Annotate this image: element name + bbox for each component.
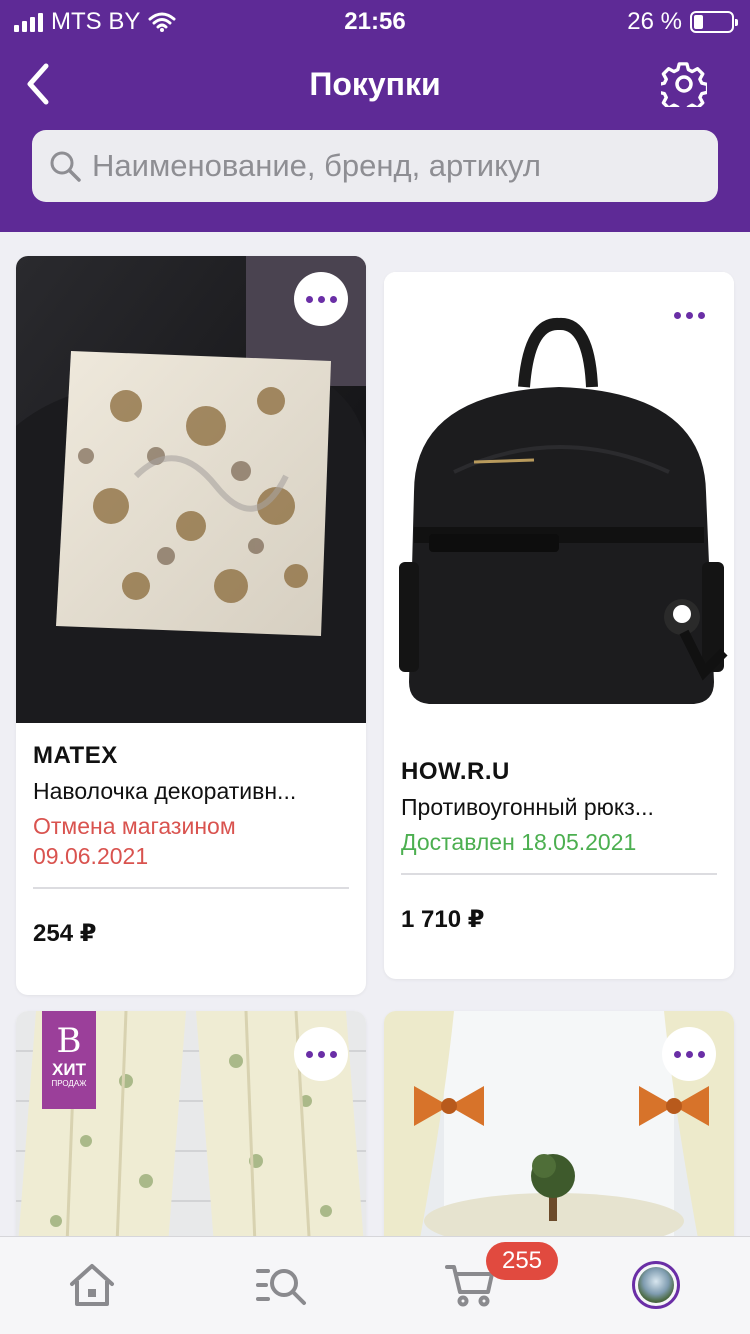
brand-label: HOW.R.U	[401, 758, 510, 785]
dot-icon	[329, 1050, 337, 1058]
dot-icon	[697, 311, 705, 319]
settings-button[interactable]	[660, 60, 708, 108]
promo-badge-bottom: ПРОДАЖ	[51, 1079, 87, 1088]
price-label: 1 710 ₽	[401, 906, 485, 933]
more-options-button[interactable]	[662, 288, 716, 342]
tab-profile[interactable]	[626, 1255, 686, 1315]
order-card[interactable]	[384, 1011, 734, 1271]
cart-count-badge: 255	[486, 1242, 558, 1280]
product-image	[384, 272, 734, 737]
dot-icon	[685, 311, 693, 319]
price-label: 254 ₽	[33, 920, 97, 947]
header: MTS BY 21:56 26 % Покупки	[0, 0, 750, 232]
order-status: Доставлен 18.05.2021	[401, 829, 637, 855]
brand-label: MATEX	[33, 742, 118, 769]
dot-icon	[329, 295, 337, 303]
home-icon	[70, 1264, 114, 1306]
battery-percent: 26 %	[627, 8, 682, 35]
dot-icon	[673, 311, 681, 319]
tab-catalog-search[interactable]	[252, 1255, 312, 1315]
catalog-search-icon	[256, 1269, 306, 1305]
promo-badge: B ХИТ ПРОДАЖ	[42, 1011, 96, 1109]
product-name: Наволочка декоративн...	[33, 778, 297, 804]
more-options-button[interactable]	[294, 1027, 348, 1081]
order-status: Отмена магазином 09.06.2021	[33, 813, 236, 869]
dot-icon	[673, 1050, 681, 1058]
order-card[interactable]: HOW.R.U Противоугонный рюкз... Доставлен…	[384, 272, 734, 979]
battery-icon	[690, 11, 738, 33]
divider	[401, 873, 717, 875]
page-title: Покупки	[309, 66, 441, 102]
status-right: 26 %	[627, 8, 738, 36]
dot-icon	[317, 1050, 325, 1058]
order-card[interactable]: B ХИТ ПРОДАЖ	[16, 1011, 366, 1271]
product-name: Противоугонный рюкз...	[401, 794, 654, 820]
avatar	[632, 1261, 680, 1309]
promo-logo: B	[56, 1021, 82, 1061]
order-info: MATEX Наволочка декоративн... Отмена маг…	[33, 742, 349, 948]
dot-icon	[317, 295, 325, 303]
dot-icon	[697, 1050, 705, 1058]
gear-icon	[661, 62, 707, 107]
search-icon	[50, 151, 81, 182]
tab-bar	[0, 1236, 750, 1334]
divider	[33, 887, 349, 889]
search-bar[interactable]	[32, 130, 718, 202]
dot-icon	[305, 1050, 313, 1058]
dot-icon	[305, 295, 313, 303]
tab-home[interactable]	[62, 1255, 122, 1315]
product-image	[16, 256, 366, 723]
order-card[interactable]: MATEX Наволочка декоративн... Отмена маг…	[16, 256, 366, 995]
status-bar: MTS BY 21:56 26 %	[0, 0, 750, 44]
more-options-button[interactable]	[662, 1027, 716, 1081]
search-input[interactable]	[92, 148, 692, 184]
dot-icon	[685, 1050, 693, 1058]
promo-badge-top: ХИТ	[52, 1060, 86, 1079]
order-info: HOW.R.U Противоугонный рюкз... Доставлен…	[401, 758, 717, 934]
more-options-button[interactable]	[294, 272, 348, 326]
